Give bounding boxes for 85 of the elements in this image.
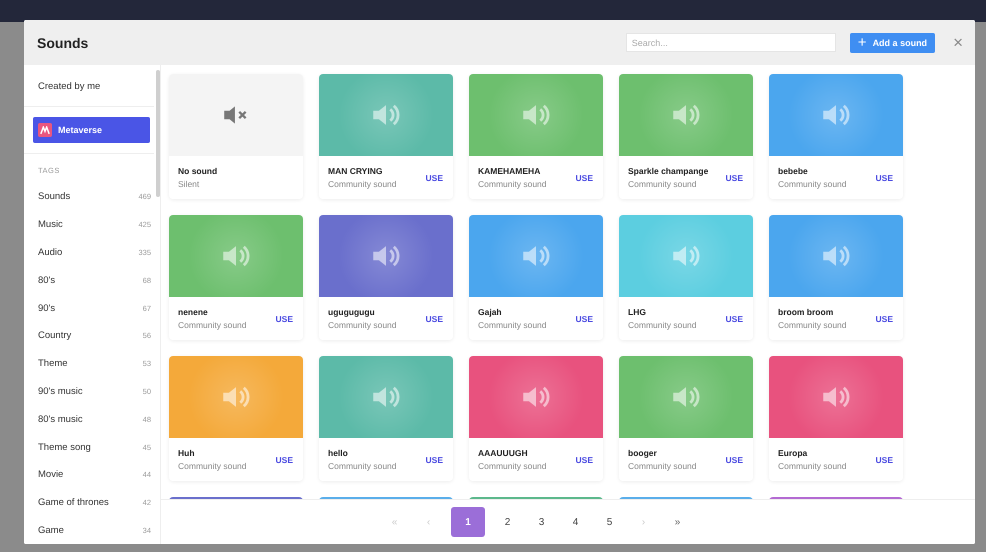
sound-subtitle: Community sound <box>478 179 548 189</box>
sound-subtitle: Community sound <box>178 461 248 471</box>
sound-tile[interactable] <box>769 215 903 297</box>
use-button[interactable]: USE <box>876 314 893 324</box>
sound-tile[interactable] <box>469 215 603 297</box>
sound-tile[interactable] <box>169 74 303 156</box>
sound-subtitle: Community sound <box>628 179 698 189</box>
sound-subtitle: Community sound <box>328 320 398 330</box>
sound-title: Gajah <box>478 307 503 317</box>
sound-title: ugugugugu <box>328 307 376 317</box>
sound-title: bebebe <box>778 166 809 176</box>
use-button[interactable]: USE <box>426 172 443 182</box>
use-button[interactable]: USE <box>876 172 893 182</box>
page-button[interactable]: 1 <box>451 507 485 538</box>
page-button[interactable]: 2 <box>496 510 519 534</box>
tag-name[interactable]: Audio <box>38 246 62 258</box>
sound-tile[interactable] <box>619 215 753 297</box>
use-button[interactable]: USE <box>426 314 443 324</box>
sound-subtitle: Community sound <box>478 320 548 330</box>
sound-title: AAAUUUGH <box>478 448 529 458</box>
sound-subtitle: Community sound <box>178 320 248 330</box>
sound-subtitle: Community sound <box>478 461 548 471</box>
tag-name[interactable]: 80's <box>38 274 56 286</box>
sound-tile[interactable] <box>319 74 453 156</box>
logo-icon <box>38 123 52 137</box>
sound-tile[interactable] <box>319 215 453 297</box>
sound-title: nenene <box>178 307 209 317</box>
sound-subtitle: Silent <box>178 179 200 189</box>
page-nav-button[interactable]: » <box>666 510 689 534</box>
sound-subtitle: Community sound <box>778 461 848 471</box>
use-button[interactable]: USE <box>726 172 743 182</box>
use-button[interactable]: USE <box>876 454 893 464</box>
sidebar-item[interactable]: Created by me <box>24 65 154 107</box>
sound-title: MAN CRYING <box>328 166 384 176</box>
tag-name[interactable]: Sounds <box>38 191 70 202</box>
sound-tile[interactable] <box>769 74 903 156</box>
tag-name[interactable]: Game <box>38 524 64 536</box>
sound-subtitle: Community sound <box>628 461 698 471</box>
use-button[interactable]: USE <box>426 454 443 464</box>
sound-tile[interactable] <box>619 356 753 438</box>
use-button[interactable]: USE <box>276 314 293 324</box>
sound-title: broom broom <box>778 307 834 317</box>
sound-title: LHG <box>628 307 647 317</box>
use-button[interactable]: USE <box>726 314 743 324</box>
add-sound-button[interactable]: + Add a sound <box>850 32 936 52</box>
sound-tile[interactable] <box>769 356 903 438</box>
sound-title: booger <box>628 448 658 458</box>
search-field[interactable]: Search... <box>626 33 836 52</box>
tag-name[interactable]: Game of thrones <box>38 497 109 508</box>
tag-name[interactable]: Theme <box>38 358 68 370</box>
use-button[interactable]: USE <box>726 454 743 464</box>
page-button[interactable]: 5 <box>598 510 621 534</box>
scrollbar-thumb[interactable] <box>156 70 160 197</box>
sound-title: No sound <box>178 166 218 176</box>
workspace-button[interactable]: Metaverse <box>33 117 150 143</box>
sound-tile[interactable] <box>169 215 303 297</box>
sound-subtitle: Community sound <box>778 179 848 189</box>
use-button[interactable]: USE <box>576 314 593 324</box>
sound-subtitle: Community sound <box>628 320 698 330</box>
sound-title: hello <box>328 448 349 458</box>
tag-name[interactable]: Country <box>38 330 72 342</box>
tag-name[interactable]: Movie <box>38 469 64 480</box>
sound-title: Sparkle champange <box>628 166 710 176</box>
page-button[interactable]: 3 <box>530 510 553 534</box>
sound-tile[interactable] <box>469 74 603 156</box>
sound-subtitle: Community sound <box>778 320 848 330</box>
use-button[interactable]: USE <box>576 172 593 182</box>
dialog-title: Sounds <box>37 34 90 50</box>
tag-name[interactable]: Theme song <box>38 442 91 453</box>
tag-name[interactable]: 90's music <box>38 386 83 397</box>
sound-subtitle: Community sound <box>328 179 398 189</box>
sound-tile[interactable] <box>619 74 753 156</box>
tag-name[interactable]: Music <box>38 219 63 230</box>
sound-title: Europa <box>778 448 808 458</box>
tag-name[interactable]: 80's music <box>38 414 83 425</box>
tag-name[interactable]: 90's <box>38 302 56 314</box>
use-button[interactable]: USE <box>576 454 593 464</box>
use-button[interactable]: USE <box>276 454 293 464</box>
page-button[interactable]: 4 <box>564 510 587 534</box>
sound-title: KAMEHAMEHA <box>478 166 542 176</box>
sound-tile[interactable] <box>169 356 303 438</box>
sound-tile[interactable] <box>469 356 603 438</box>
sound-tile[interactable] <box>319 356 453 438</box>
sound-subtitle: Community sound <box>328 461 398 471</box>
sound-title: Huh <box>178 448 196 458</box>
